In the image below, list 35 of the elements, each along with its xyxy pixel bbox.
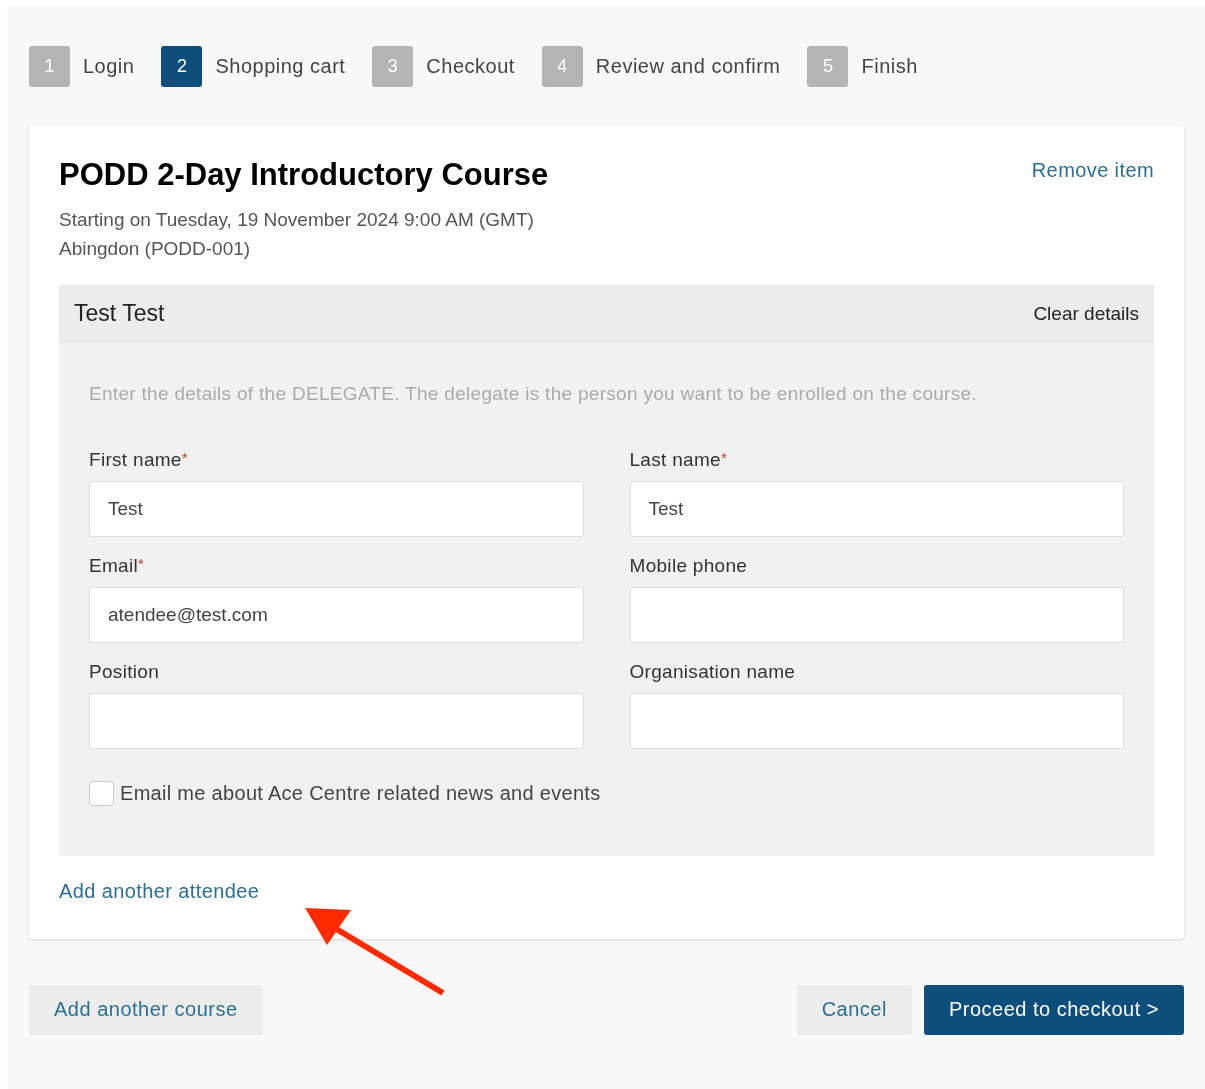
instructions-text: Enter the details of the DELEGATE. The delegate is the person you want to be enrolled on the course.: [89, 381, 978, 406]
delegate-name: Test Test: [74, 300, 165, 328]
step-label: Shopping cart: [215, 54, 346, 78]
remove-item-link[interactable]: Remove item: [1031, 159, 1154, 182]
clear-details-link[interactable]: Clear details: [1033, 302, 1139, 325]
checkbox[interactable]: [89, 780, 114, 806]
course-location: Abingdon (PODD-001): [59, 236, 252, 261]
input-field[interactable]: [629, 692, 1124, 749]
step-label: Finish: [861, 54, 918, 78]
field-label: Last name*: [629, 448, 729, 471]
field-label: Organisation name: [629, 660, 797, 683]
add-attendee-link[interactable]: Add another attendee: [59, 879, 260, 902]
step-number: 4: [541, 45, 583, 87]
step-label: Review and confirm: [595, 54, 781, 78]
step-number: 3: [372, 45, 414, 87]
input-field[interactable]: [629, 586, 1124, 643]
step-label: Login: [83, 54, 135, 78]
proceed-button[interactable]: Proceed to checkout >: [923, 984, 1184, 1035]
course-date: Starting on Tuesday, 19 November 2024 9:00 AM (GMT): [59, 207, 535, 232]
step-number: 1: [29, 45, 70, 87]
checkbox-label: Email me about Ace Centre related news and events: [120, 781, 601, 805]
field-label: Email*: [89, 554, 146, 577]
step-number: 5: [807, 45, 849, 87]
field-label: Position: [89, 660, 160, 683]
course-title: PODD 2-Day Introductory Course: [59, 156, 549, 194]
field-label: Mobile phone: [629, 554, 749, 577]
input-field[interactable]: Test: [629, 480, 1124, 537]
input-field[interactable]: Test: [89, 480, 584, 537]
step-label: Checkout: [426, 54, 515, 78]
input-field[interactable]: atendee@test.com: [89, 586, 584, 643]
field-label: First name*: [89, 448, 189, 471]
input-field[interactable]: [89, 692, 584, 749]
cancel-button[interactable]: Cancel: [796, 984, 912, 1035]
add-course-button[interactable]: Add another course: [29, 984, 263, 1035]
step-number: 2: [161, 45, 203, 87]
